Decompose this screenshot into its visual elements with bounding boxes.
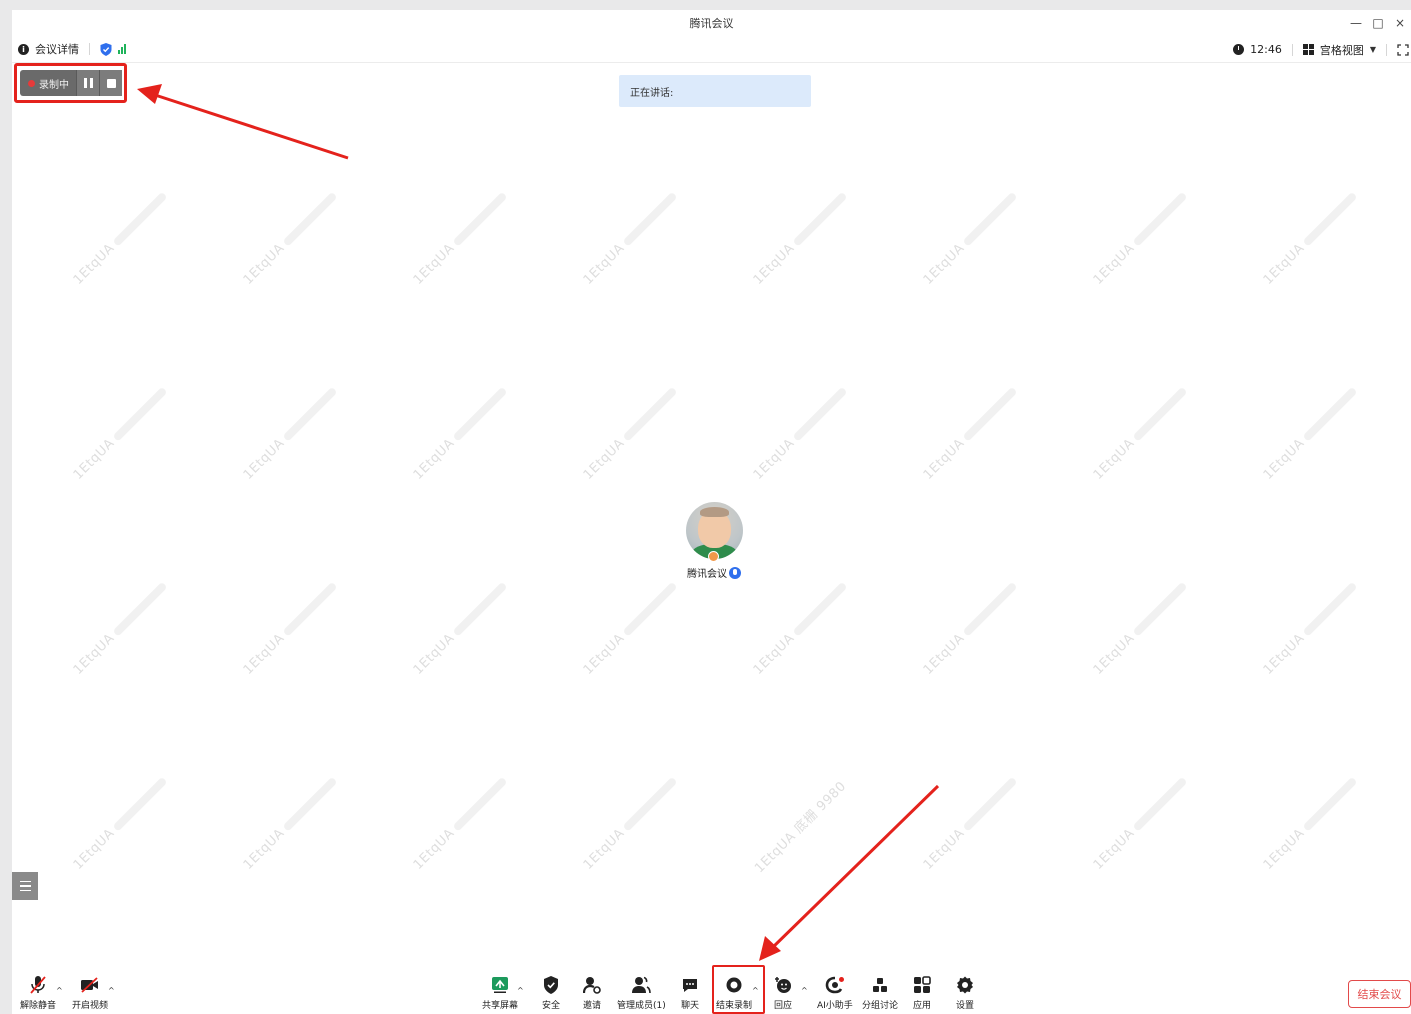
- watermark: 1EtqUA: [1091, 384, 1190, 483]
- mic-muted-icon: [30, 976, 46, 994]
- meeting-time: 12:46: [1250, 43, 1282, 56]
- settings-button[interactable]: 设置: [956, 974, 974, 1011]
- ai-assistant-button[interactable]: AI小助手: [817, 974, 853, 1011]
- member-list-toggle-button[interactable]: [12, 872, 38, 900]
- apps-button[interactable]: 应用: [913, 974, 931, 1011]
- watermark: 1EtqUA: [581, 579, 680, 678]
- start-video-button[interactable]: 开启视频: [72, 974, 108, 1011]
- meeting-window: 腾讯会议 — □ × i 会议详情 12:46 宫格视图 ▼ 1EtqUA 1E…: [12, 10, 1411, 1014]
- watermark: 1EtqUA: [1261, 774, 1360, 873]
- watermark: 1EtqUA: [581, 774, 680, 873]
- watermark: 1EtqUA: [751, 189, 850, 288]
- host-badge-icon: [708, 551, 719, 562]
- breakout-icon: [873, 978, 887, 992]
- maximize-button[interactable]: □: [1367, 16, 1389, 30]
- watermark: 1EtqUA: [71, 579, 170, 678]
- meeting-details-link[interactable]: 会议详情: [35, 41, 79, 57]
- watermark: 1EtqUA: [751, 579, 850, 678]
- info-icon[interactable]: i: [18, 43, 29, 55]
- share-screen-icon: [492, 977, 508, 993]
- watermark: 1EtqUA: [1261, 579, 1360, 678]
- window-controls: — □ ×: [1345, 10, 1411, 36]
- camera-off-icon: [81, 977, 98, 993]
- watermark: 1EtqUA: [71, 189, 170, 288]
- mic-status-icon: [729, 566, 741, 579]
- reactions-button[interactable]: 回应: [774, 974, 792, 1011]
- watermark: 1EtqUA: [71, 384, 170, 483]
- chat-button[interactable]: 聊天: [681, 974, 699, 1011]
- divider: [89, 43, 90, 55]
- security-button[interactable]: 安全: [542, 974, 560, 1011]
- chevron-down-icon[interactable]: ▼: [1370, 45, 1376, 54]
- unmute-button[interactable]: 解除静音: [20, 974, 56, 1011]
- end-meeting-button[interactable]: 结束会议: [1348, 980, 1411, 1008]
- apps-icon: [914, 976, 931, 993]
- participant-name-row: 腾讯会议: [684, 565, 744, 580]
- divider: [1291, 43, 1293, 56]
- share-screen-button[interactable]: 共享屏幕: [482, 974, 518, 1011]
- speaking-label: 正在讲话:: [630, 87, 674, 99]
- clock-icon: [1233, 44, 1245, 55]
- watermark: 1EtqUA: [241, 189, 340, 288]
- watermark: 1EtqUA: [241, 774, 340, 873]
- watermark: 1EtqUA: [411, 189, 510, 288]
- info-right: 12:46 宫格视图 ▼: [1233, 36, 1411, 63]
- watermark: 1EtqUA: [751, 384, 850, 483]
- fullscreen-icon[interactable]: [1397, 43, 1409, 56]
- view-mode-dropdown[interactable]: 宫格视图: [1320, 42, 1364, 58]
- watermark: 1EtqUA: [921, 189, 1020, 288]
- watermark-layer: 1EtqUA 1EtqUA 1EtqUA 1EtqUA 1EtqUA 1EtqU…: [12, 65, 1411, 925]
- breakout-rooms-button[interactable]: 分组讨论: [862, 974, 898, 1011]
- watermark: 1EtqUA: [411, 579, 510, 678]
- close-button[interactable]: ×: [1389, 16, 1411, 30]
- watermark: 1EtqUA: [921, 384, 1020, 483]
- reaction-icon: [775, 977, 791, 993]
- window-title: 腾讯会议: [689, 17, 734, 30]
- watermark: 1EtqUA: [1261, 189, 1360, 288]
- watermark: 1EtqUA: [1091, 579, 1190, 678]
- members-icon: [632, 976, 652, 994]
- invite-button[interactable]: 邀请: [583, 974, 601, 1011]
- reaction-options-chevron-icon[interactable]: ^: [801, 986, 808, 995]
- watermark: 1EtqUA 底栅 9980: [752, 778, 850, 877]
- gear-icon: [957, 976, 973, 994]
- security-shield-icon[interactable]: [100, 42, 112, 56]
- manage-members-button[interactable]: 管理成员(1): [617, 974, 666, 1011]
- watermark: 1EtqUA: [1091, 189, 1190, 288]
- network-signal-icon[interactable]: [118, 44, 126, 54]
- participant-name: 腾讯会议: [687, 569, 727, 580]
- divider: [1386, 43, 1387, 56]
- info-left: i 会议详情: [12, 41, 126, 57]
- speaking-indicator: 正在讲话:: [619, 75, 811, 107]
- title-bar: 腾讯会议 — □ ×: [12, 10, 1411, 36]
- participant-tile[interactable]: 腾讯会议: [684, 502, 744, 580]
- watermark: 1EtqUA: [581, 189, 680, 288]
- video-options-chevron-icon[interactable]: ^: [108, 986, 115, 995]
- ai-assistant-icon: [825, 976, 844, 994]
- watermark: 1EtqUA: [71, 774, 170, 873]
- watermark: 1EtqUA: [921, 579, 1020, 678]
- watermark: 1EtqUA: [1091, 774, 1190, 873]
- watermark: 1EtqUA: [241, 579, 340, 678]
- watermark: 1EtqUA: [581, 384, 680, 483]
- recording-highlight-box: [14, 63, 127, 103]
- minimize-button[interactable]: —: [1345, 16, 1367, 30]
- chat-icon: [683, 979, 697, 992]
- watermark: 1EtqUA: [1261, 384, 1360, 483]
- share-options-chevron-icon[interactable]: ^: [517, 986, 524, 995]
- end-recording-highlight-box: [712, 965, 765, 1014]
- security-icon: [544, 976, 558, 994]
- grid-view-icon[interactable]: [1302, 44, 1314, 55]
- watermark: 1EtqUA: [411, 774, 510, 873]
- watermark: 1EtqUA: [921, 774, 1020, 873]
- watermark: 1EtqUA: [241, 384, 340, 483]
- watermark: 1EtqUA: [411, 384, 510, 483]
- info-bar: i 会议详情 12:46 宫格视图 ▼: [12, 36, 1411, 63]
- invite-icon: [583, 977, 601, 994]
- audio-options-chevron-icon[interactable]: ^: [56, 986, 63, 995]
